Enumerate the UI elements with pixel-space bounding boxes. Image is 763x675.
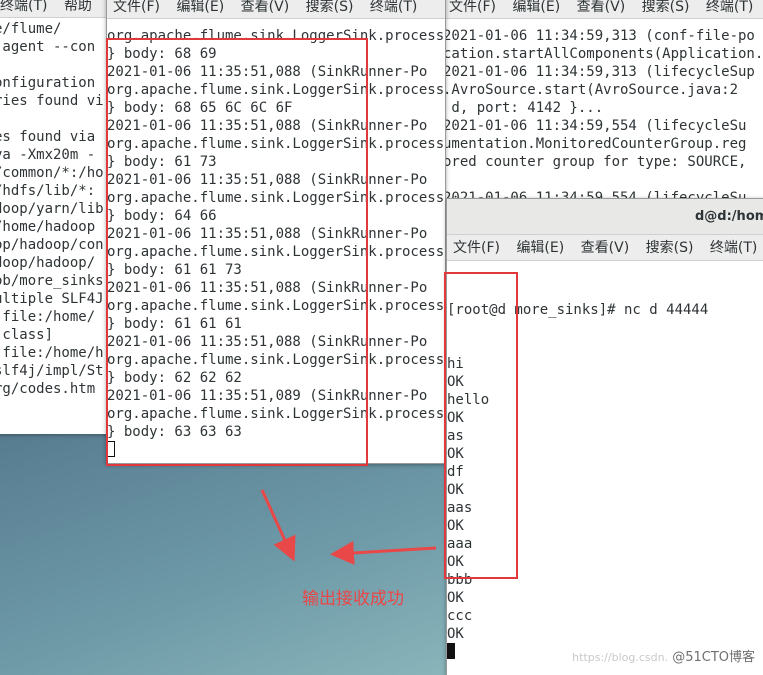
terminal-output-right: 2021-01-06 11:34:59,313 (conf-file-po cat…: [443, 19, 763, 207]
terminal-output-middle: org.apache.flume.sink.LoggerSink.process…: [107, 19, 445, 459]
menu-view[interactable]: 查看(V): [235, 0, 296, 18]
log-line: org.apache.flume.sink.LoggerSink.process: [107, 82, 445, 98]
log-line: } body: 61 73: [107, 154, 217, 170]
nc-line: bbb: [447, 572, 473, 588]
menubar-middle: 文件(F) 编辑(E) 查看(V) 搜索(S) 终端(T): [107, 0, 445, 19]
log-line: ored counter group for type: SOURCE,: [443, 154, 747, 170]
cursor-line: [107, 441, 445, 459]
menu-edit[interactable]: 编辑(E): [510, 235, 570, 260]
watermark: https://blog.csdn. @51CTO博客: [572, 646, 755, 665]
menu-terminal[interactable]: 终端(T): [364, 0, 423, 18]
log-line: org.apache.flume.sink.LoggerSink.process: [107, 136, 445, 152]
nc-line: OK: [447, 410, 464, 426]
log-line: 2021-01-06 11:35:51,088 (SinkRunner-Po: [107, 334, 428, 350]
log-line: 2021-01-06 11:35:51,088 (SinkRunner-Po: [107, 64, 428, 80]
menubar-right: 文件(F) 编辑(E) 查看(V) 搜索(S) 终端(T): [443, 0, 763, 19]
terminal-window-middle[interactable]: 文件(F) 编辑(E) 查看(V) 搜索(S) 终端(T) org.apache…: [106, 0, 446, 464]
log-line: org.apache.flume.sink.LoggerSink.process: [107, 406, 445, 422]
log-line: .AvroSource.start(AvroSource.java:2: [443, 82, 739, 98]
terminal-window-right[interactable]: 文件(F) 编辑(E) 查看(V) 搜索(S) 终端(T) 2021-01-06…: [442, 0, 763, 214]
nc-line: OK: [447, 446, 464, 462]
watermark-url: https://blog.csdn.: [572, 651, 669, 664]
window-title: d@d:/hom: [447, 199, 763, 235]
log-line: 2021-01-06 11:34:59,313 (lifecycleSup: [443, 64, 755, 80]
log-line: org.apache.flume.sink.LoggerSink.process: [107, 190, 445, 206]
menu-edit[interactable]: 编辑(E): [506, 0, 566, 18]
menu-search[interactable]: 搜索(S): [636, 0, 696, 18]
log-line: umentation.MonitoredCounterGroup.reg: [443, 136, 747, 152]
nc-line: as: [447, 428, 464, 444]
nc-line: OK: [447, 518, 464, 534]
nc-line: OK: [447, 590, 464, 606]
log-line: org.apache.flume.sink.LoggerSink.process: [107, 352, 445, 368]
log-line: 2021-01-06 11:35:51,088 (SinkRunner-Po: [107, 172, 428, 188]
terminal-window-nc[interactable]: d@d:/hom 文件(F) 编辑(E) 查看(V) 搜索(S) 终端(T) […: [446, 198, 763, 675]
menu-file[interactable]: 文件(F): [443, 0, 502, 18]
menu-search[interactable]: 搜索(S): [300, 0, 360, 18]
nc-line: OK: [447, 482, 464, 498]
log-line: 2021-01-06 11:34:59,313 (conf-file-po: [443, 28, 755, 44]
log-line: } body: 68 65 6C 6C 6F: [107, 100, 293, 116]
nc-line: aas: [447, 500, 473, 516]
menu-view[interactable]: 查看(V): [575, 235, 636, 260]
menu-file[interactable]: 文件(F): [447, 235, 506, 260]
log-line: } body: 63 63 63: [107, 424, 242, 440]
nc-line: ccc: [447, 608, 473, 624]
menu-edit[interactable]: 编辑(E): [170, 0, 230, 18]
menu-search[interactable]: 搜索(S): [640, 235, 700, 260]
menubar-nc: 文件(F) 编辑(E) 查看(V) 搜索(S) 终端(T): [447, 235, 763, 261]
log-line: 2021-01-06 11:34:59,554 (lifecycleSu: [443, 118, 747, 134]
nc-line: hello: [447, 392, 490, 408]
text-cursor: [107, 441, 115, 457]
menu-terminal[interactable]: 终端(T): [700, 0, 759, 18]
log-line: 2021-01-06 11:35:51,088 (SinkRunner-Po: [107, 226, 428, 242]
log-line: org.apache.flume.sink.LoggerSink.process: [107, 28, 445, 44]
nc-line: hi: [447, 356, 464, 372]
log-line: } body: 68 69: [107, 46, 217, 62]
nc-line: df: [447, 464, 464, 480]
menu-file[interactable]: 文件(F): [107, 0, 166, 18]
log-line: } body: 64 66: [107, 208, 217, 224]
log-line: 2021-01-06 11:35:51,088 (SinkRunner-Po: [107, 118, 428, 134]
annotation-label: 输出接收成功: [302, 589, 404, 609]
log-line: } body: 61 61 61: [107, 316, 242, 332]
nc-line: aaa: [447, 536, 473, 552]
log-line: 2021-01-06 11:35:51,089 (SinkRunner-Po: [107, 388, 428, 404]
watermark-text: @51CTO博客: [672, 650, 755, 665]
shell-prompt-line: [root@d more_sinks]# nc d 44444: [447, 302, 709, 318]
menu-terminal[interactable]: 终端(T): [0, 0, 53, 17]
nc-line: OK: [447, 374, 464, 390]
log-line: 2021-01-06 11:35:51,088 (SinkRunner-Po: [107, 280, 428, 296]
log-line: org.apache.flume.sink.LoggerSink.process: [107, 244, 445, 260]
menu-help[interactable]: 帮助: [58, 0, 98, 17]
terminal-output-nc[interactable]: [root@d more_sinks]# nc d 44444 hi OK hell…: [447, 261, 763, 661]
log-line: d, port: 4142 }...: [443, 100, 604, 116]
menu-terminal[interactable]: 终端(T): [704, 235, 763, 260]
nc-line: OK: [447, 554, 464, 570]
log-line: org.apache.flume.sink.LoggerSink.process: [107, 298, 445, 314]
text-cursor: [447, 643, 455, 659]
log-line: } body: 62 62 62: [107, 370, 242, 386]
log-line: cation.startAllComponents(Application.: [443, 46, 763, 62]
nc-line: OK: [447, 626, 464, 642]
log-line: } body: 61 61 73: [107, 262, 242, 278]
menu-view[interactable]: 查看(V): [571, 0, 632, 18]
